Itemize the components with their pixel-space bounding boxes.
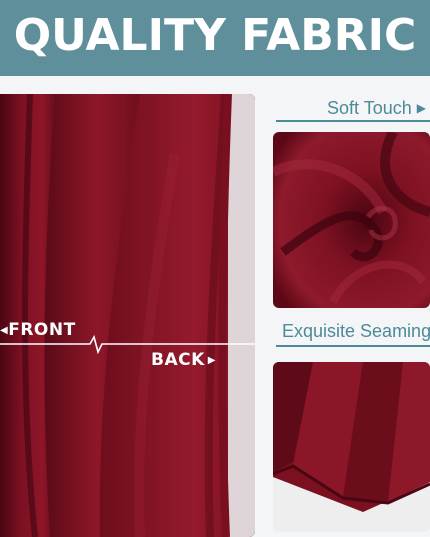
exquisite-seaming-caption: Exquisite Seaming (282, 321, 430, 342)
caption-arrow-icon: ▶ (416, 101, 426, 115)
soft-touch-photo (273, 132, 430, 308)
back-label: BACK ▶ (151, 350, 216, 370)
soft-touch-caption: Soft Touch ▶ (327, 98, 426, 119)
front-label-text: FRONT (8, 320, 76, 340)
curtain-front-back-photo: ◀FRONT BACK ▶ (0, 94, 255, 537)
exquisite-seaming-photo (273, 362, 430, 532)
header-banner: QUALITY FABRIC (0, 0, 430, 76)
soft-touch-caption-text: Soft Touch (327, 98, 412, 118)
back-label-text: BACK (151, 350, 205, 370)
left-arrow-icon: ◀ (0, 325, 9, 336)
caption-underline-2 (276, 345, 430, 347)
right-arrow-icon: ▶ (207, 355, 216, 366)
front-label: ◀FRONT (0, 320, 76, 340)
curtain-drape-illustration (0, 94, 255, 537)
banner-title: QUALITY FABRIC (13, 10, 417, 61)
fabric-swirl-illustration (273, 132, 430, 308)
exquisite-seaming-caption-text: Exquisite Seaming (282, 321, 430, 341)
fabric-pleats-illustration (273, 362, 430, 532)
caption-underline (276, 120, 430, 122)
